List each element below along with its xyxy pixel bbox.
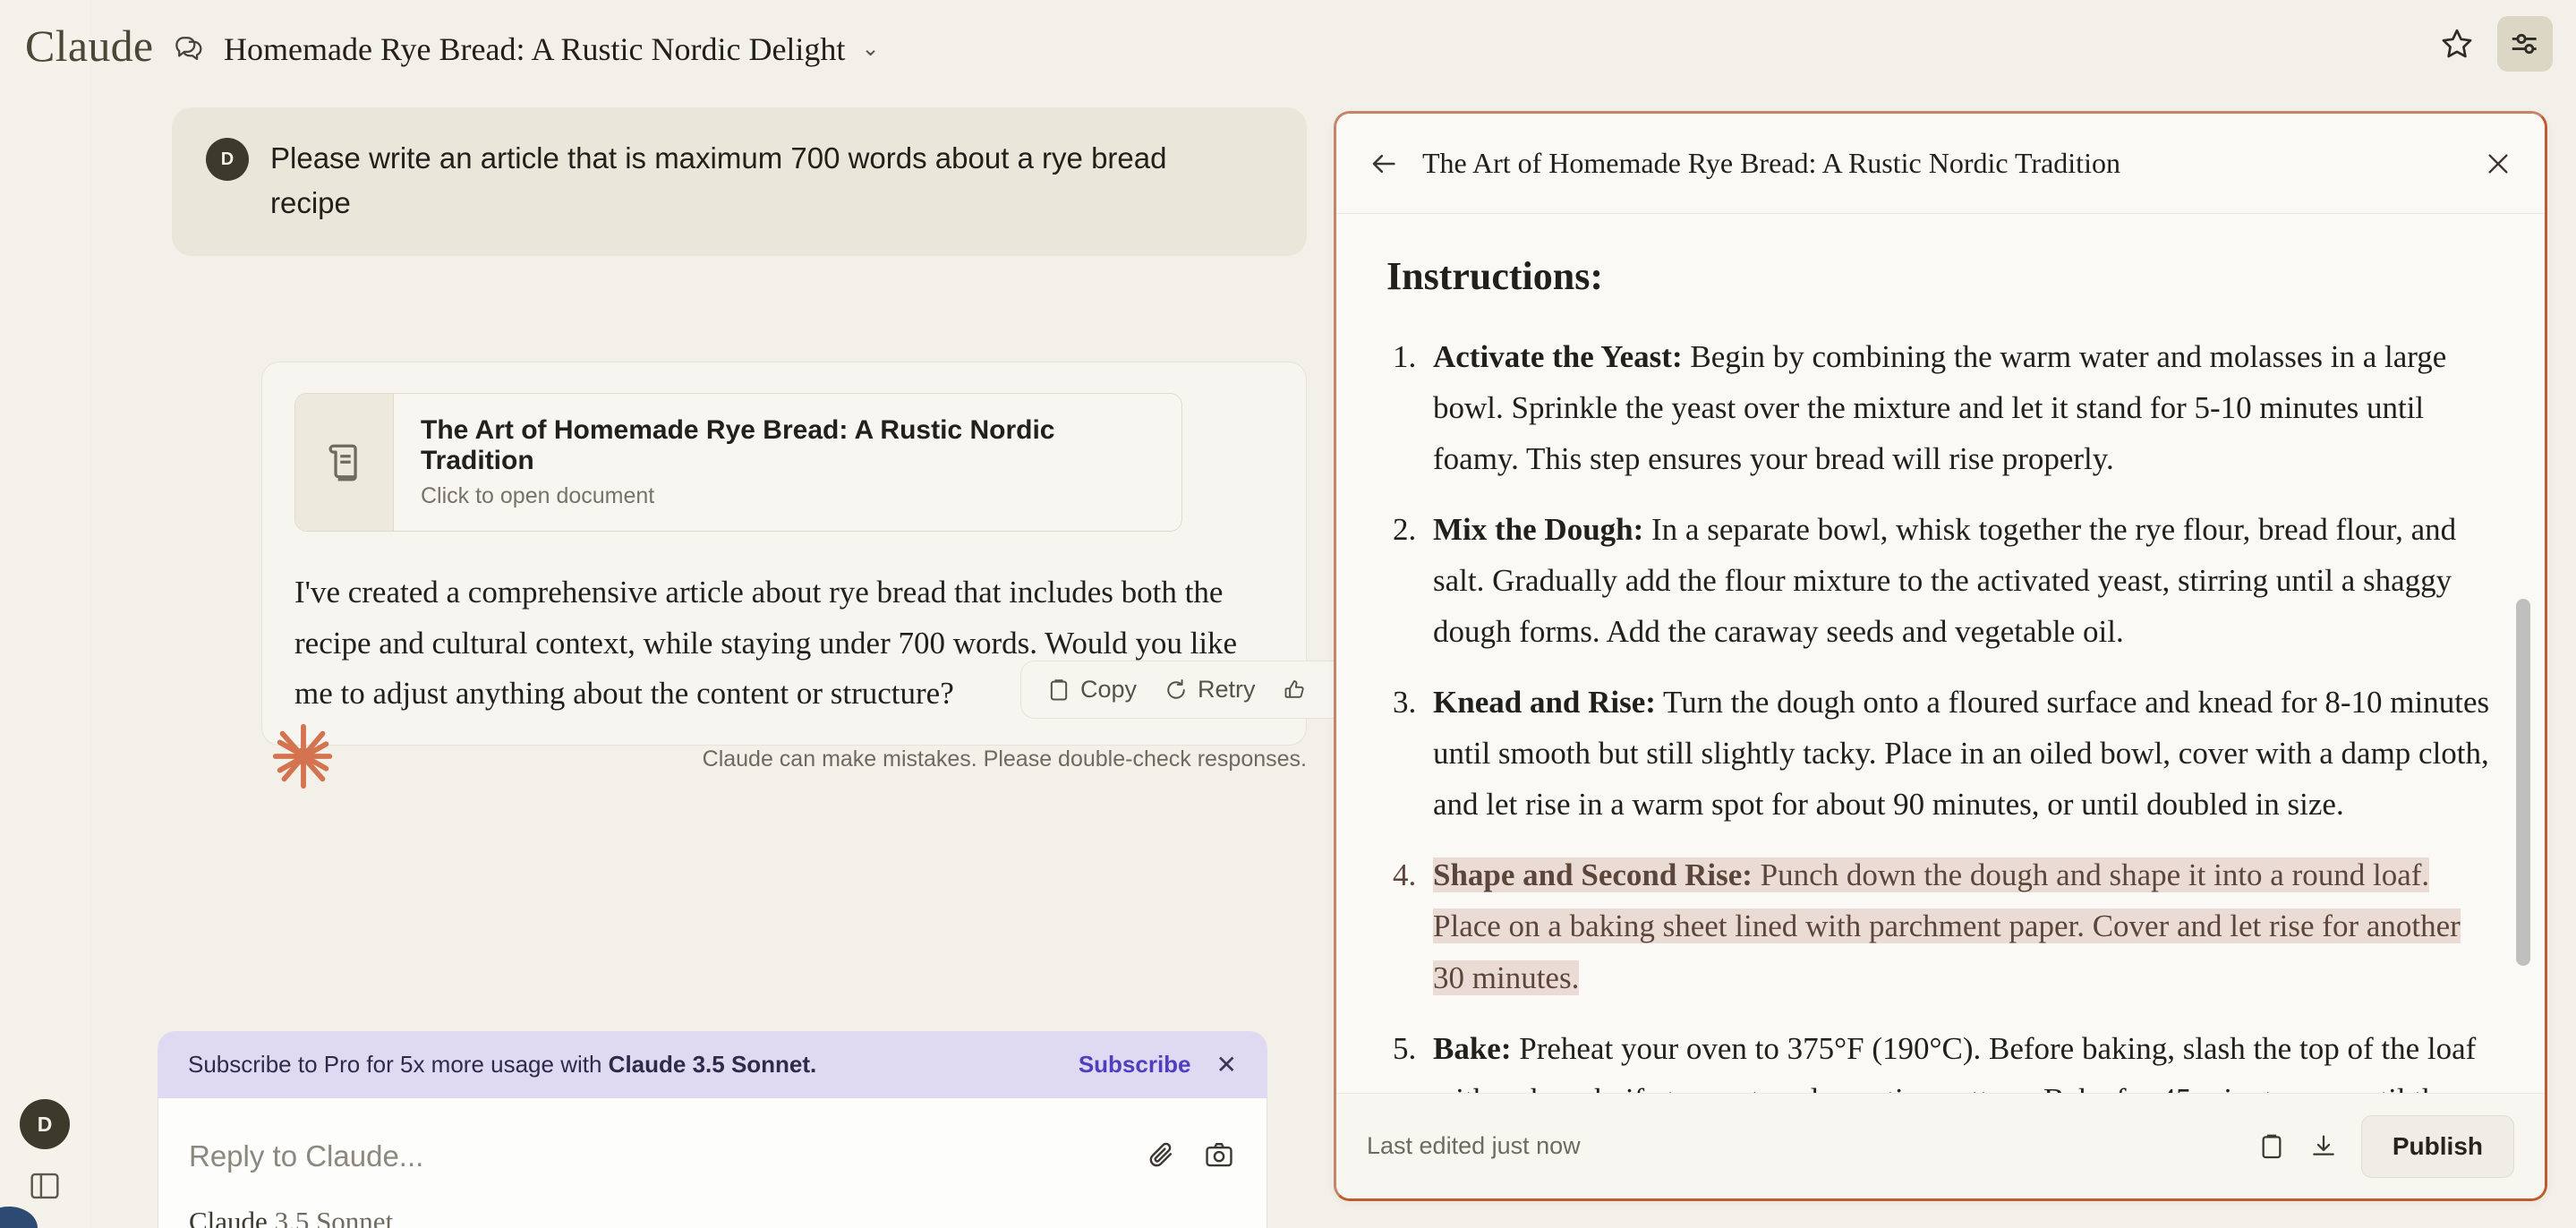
artifact-header: The Art of Homemade Rye Bread: A Rustic … xyxy=(1336,114,2545,214)
copy-label: Copy xyxy=(1080,676,1138,703)
disclaimer-text: Claude can make mistakes. Please double-… xyxy=(702,746,1307,772)
document-scroll-icon xyxy=(295,394,394,531)
chevron-down-icon: ⌄ xyxy=(861,37,880,61)
model-version: 3.5 Sonnet xyxy=(274,1206,394,1228)
camera-icon[interactable] xyxy=(1204,1139,1234,1170)
subscribe-text-bold: Claude 3.5 Sonnet. xyxy=(608,1051,817,1078)
topbar-actions xyxy=(2429,16,2553,72)
composer-icon-group xyxy=(1147,1139,1234,1170)
chat-bubbles-icon xyxy=(174,34,208,64)
artifact-title: The Art of Homemade Rye Bread: A Rustic … xyxy=(1422,147,2120,179)
last-edited-status: Last edited just now xyxy=(1367,1132,1581,1159)
model-selector[interactable]: Claude 3.5 Sonnet xyxy=(189,1206,393,1228)
claude-starburst-logo xyxy=(269,721,338,791)
composer-area: Subscribe to Pro for 5x more usage with … xyxy=(158,1031,1267,1228)
sidebar-toggle-icon[interactable] xyxy=(25,1170,64,1202)
artifact-card-subtitle: Click to open document xyxy=(421,483,655,508)
conversation-title-button[interactable]: Homemade Rye Bread: A Rustic Nordic Deli… xyxy=(166,23,892,75)
step-text: Preheat your oven to 375°F (190°C). Befo… xyxy=(1433,1030,2477,1096)
retry-button[interactable]: Retry xyxy=(1153,670,1267,709)
clipboard-icon[interactable] xyxy=(2257,1132,2286,1161)
thumbs-up-icon xyxy=(1283,678,1308,703)
instruction-step: Activate the Yeast: Begin by combining t… xyxy=(1424,331,2495,484)
publish-button[interactable]: Publish xyxy=(2360,1114,2514,1178)
instruction-step: Mix the Dough: In a separate bowl, whisk… xyxy=(1424,504,2495,657)
instruction-step: Shape and Second Rise: Punch down the do… xyxy=(1424,849,2495,1002)
subscribe-banner-actions: Subscribe ✕ xyxy=(1079,1051,1237,1079)
user-message-text: Please write an article that is maximum … xyxy=(270,141,1167,220)
artifact-footer-actions: Publish xyxy=(2257,1114,2514,1178)
sliders-icon[interactable] xyxy=(2497,16,2553,72)
reply-input-placeholder[interactable]: Reply to Claude... xyxy=(189,1139,423,1173)
retry-label: Retry xyxy=(1198,676,1256,703)
user-message: D Please write an article that is maximu… xyxy=(172,107,1307,257)
copy-button[interactable]: Copy xyxy=(1036,670,1147,709)
conversation-title: Homemade Rye Bread: A Rustic Nordic Deli… xyxy=(224,31,846,67)
artifact-panel: The Art of Homemade Rye Bread: A Rustic … xyxy=(1334,111,2547,1201)
model-prefix: Claude xyxy=(189,1206,275,1228)
instruction-step: Knead and Rise: Turn the dough onto a fl… xyxy=(1424,677,2495,830)
star-icon[interactable] xyxy=(2429,16,2485,72)
paperclip-icon[interactable] xyxy=(1147,1139,1177,1170)
artifact-content: Instructions: Activate the Yeast: Begin … xyxy=(1336,214,2545,1096)
claude-app-window: D Claude Homemade Rye Bread: A Rustic No… xyxy=(0,0,2576,1228)
message-actions-toolbar: Copy Retry xyxy=(1020,661,1386,719)
subscribe-banner-text: Subscribe to Pro for 5x more usage with … xyxy=(188,1051,816,1079)
left-rail: D xyxy=(0,0,90,1228)
avatar: D xyxy=(206,138,249,181)
instructions-list: Activate the Yeast: Begin by combining t… xyxy=(1424,331,2495,1096)
artifact-card-title: The Art of Homemade Rye Bread: A Rustic … xyxy=(421,415,1055,475)
step-label: Mix the Dough: xyxy=(1433,512,1644,548)
back-arrow-icon[interactable] xyxy=(1369,149,1399,179)
retry-icon xyxy=(1164,678,1189,703)
message-composer[interactable]: Reply to Claude... Claude 3.5 Sonnet xyxy=(158,1098,1267,1228)
thumbs-up-button[interactable] xyxy=(1272,672,1318,708)
clipboard-icon xyxy=(1046,678,1071,703)
step-label: Bake: xyxy=(1433,1030,1512,1066)
artifact-card[interactable]: The Art of Homemade Rye Bread: A Rustic … xyxy=(294,393,1182,532)
instructions-heading: Instructions: xyxy=(1386,254,1604,298)
close-icon[interactable] xyxy=(2484,149,2512,178)
step-label: Shape and Second Rise: xyxy=(1433,857,1753,893)
artifact-card-body: The Art of Homemade Rye Bread: A Rustic … xyxy=(394,394,1181,531)
step-label: Knead and Rise: xyxy=(1433,685,1656,721)
subscribe-banner: Subscribe to Pro for 5x more usage with … xyxy=(158,1031,1267,1098)
artifact-scrollbar-thumb[interactable] xyxy=(2516,599,2530,966)
subscribe-text-plain: Subscribe to Pro for 5x more usage with xyxy=(188,1051,609,1078)
artifact-footer: Last edited just now Publish xyxy=(1336,1093,2545,1198)
subscribe-link[interactable]: Subscribe xyxy=(1079,1051,1191,1079)
top-bar: Claude Homemade Rye Bread: A Rustic Nord… xyxy=(0,0,2576,95)
step-label: Activate the Yeast: xyxy=(1433,339,1683,374)
brand-logo[interactable]: Claude xyxy=(25,20,153,72)
user-avatar-rail[interactable]: D xyxy=(20,1099,70,1149)
download-icon[interactable] xyxy=(2309,1132,2338,1161)
close-icon[interactable]: ✕ xyxy=(1216,1052,1237,1078)
instruction-step: Bake: Preheat your oven to 375°F (190°C)… xyxy=(1424,1023,2495,1096)
rail-decoration xyxy=(0,1207,38,1228)
